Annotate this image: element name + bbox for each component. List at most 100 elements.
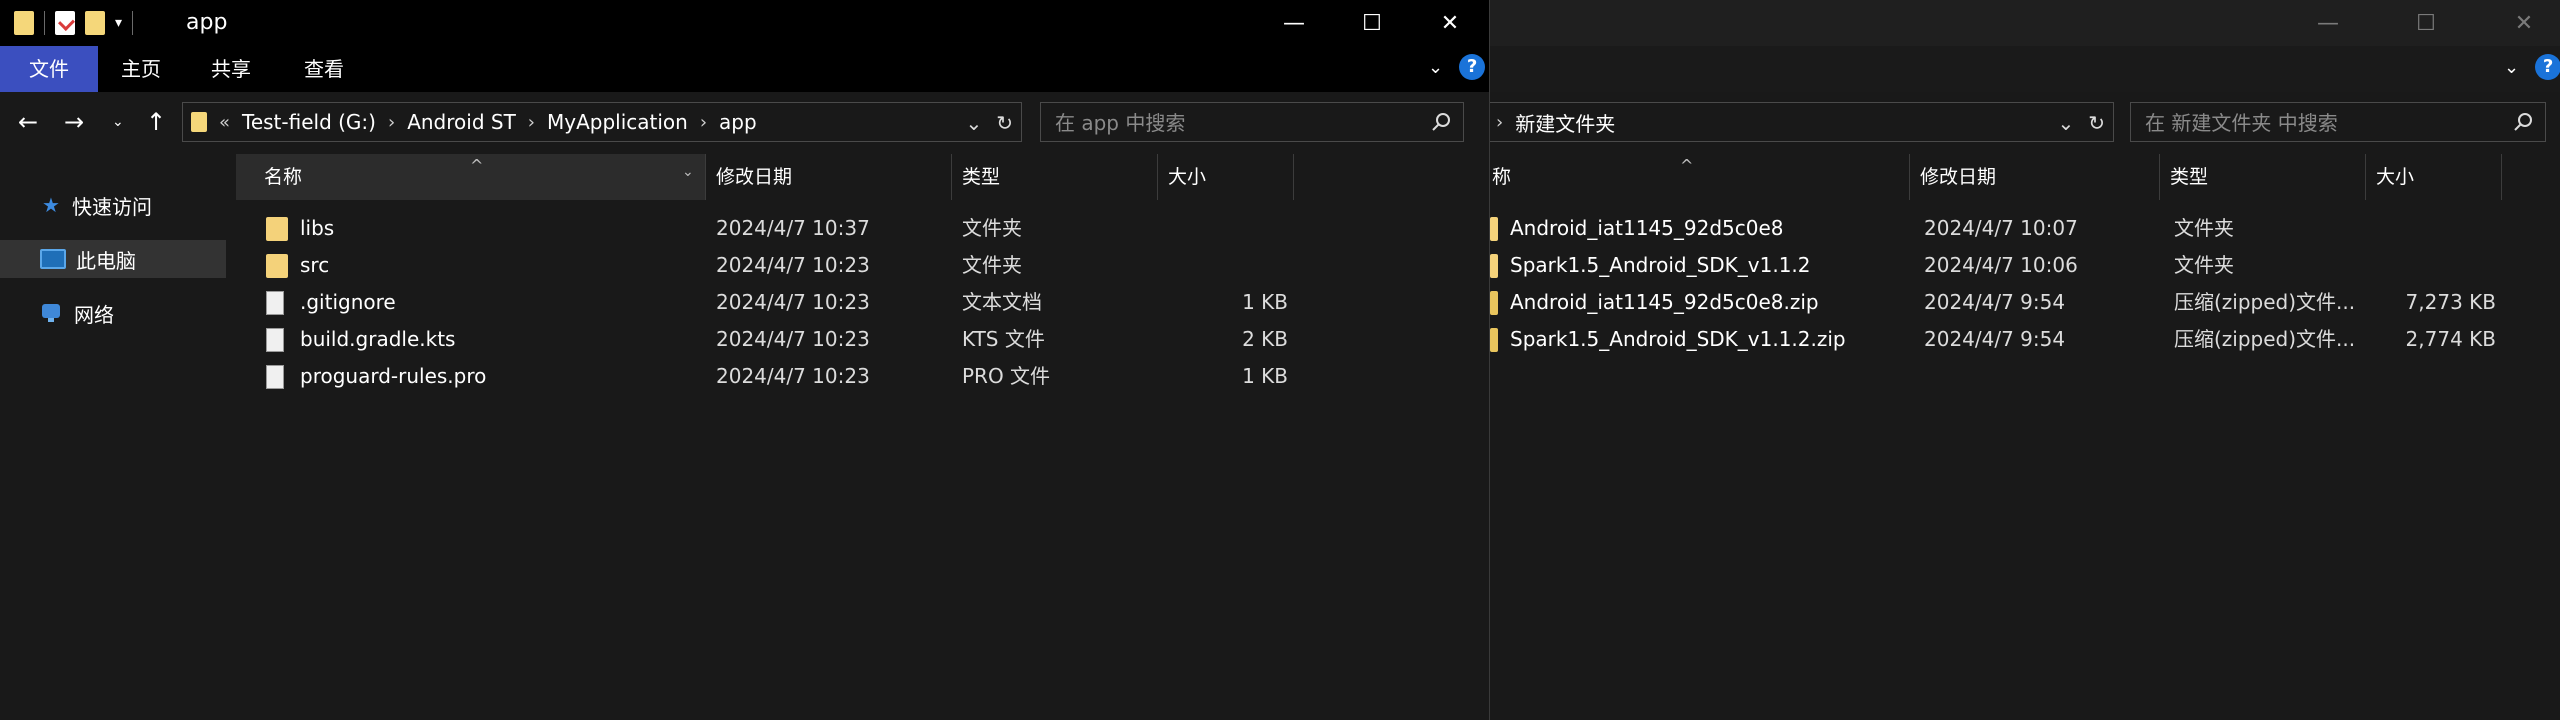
file-list[interactable]: 称 ^ 修改日期 类型 大小 Android_iat1145_92d5c0e8 2… [1490, 150, 2560, 720]
history-dropdown-icon[interactable]: ⌄ [965, 111, 982, 135]
zip-icon [1490, 328, 1498, 352]
refresh-icon[interactable]: ↻ [2088, 111, 2105, 135]
help-icon[interactable]: ? [1459, 54, 1486, 80]
minimize-button[interactable]: — [1256, 0, 1332, 46]
file-date: 2024/4/7 9:54 [1924, 290, 2066, 314]
file-type: 文件夹 [962, 253, 1022, 277]
help-icon[interactable]: ? [2535, 54, 2560, 80]
close-button[interactable]: ✕ [1412, 0, 1488, 46]
search-box[interactable]: 在 app 中搜索 [1040, 102, 1464, 142]
table-row[interactable]: build.gradle.kts 2024/4/7 10:23 KTS 文件 2 KB [236, 321, 1296, 358]
nav-quick-access[interactable]: ★ 快速访问 [0, 186, 226, 224]
breadcrumb-item[interactable]: MyApplication [547, 110, 688, 134]
file-size: 1 KB [1242, 290, 1288, 314]
nav-this-pc[interactable]: 此电脑 [0, 240, 226, 278]
minimize-icon: — [2317, 10, 2339, 36]
tab-file[interactable]: 文件 [0, 46, 98, 92]
breadcrumb-item[interactable]: Test-field (G:) [242, 110, 376, 134]
address-row: › 新建文件夹 ⌄ ↻ 在 新建文件夹 中搜索 [1490, 98, 2560, 146]
maximize-button[interactable]: ☐ [1334, 0, 1410, 46]
file-name: Spark1.5_Android_SDK_v1.1.2.zip [1510, 327, 1846, 351]
back-arrow-icon[interactable]: ← [18, 104, 38, 140]
ribbon-expand-chevron-icon[interactable]: ⌄ [1428, 57, 1443, 78]
quick-access-toolbar-dropdown-icon[interactable]: ▾ [115, 15, 122, 31]
breadcrumb-chevron-icon: › [387, 111, 396, 133]
file-size [2376, 210, 2496, 247]
ribbon: ⌄ ? [1490, 46, 2560, 92]
file-icon [266, 365, 284, 389]
column-size[interactable]: 大小 [1158, 154, 1294, 200]
tab-home[interactable]: 主页 [98, 46, 184, 92]
table-row[interactable]: libs 2024/4/7 10:37 文件夹 [236, 210, 1296, 247]
close-button[interactable]: ✕ [2486, 0, 2560, 46]
table-row[interactable]: .gitignore 2024/4/7 10:23 文本文档 1 KB [236, 284, 1296, 321]
file-size [2376, 247, 2496, 284]
table-row[interactable]: src 2024/4/7 10:23 文件夹 [236, 247, 1296, 284]
column-size[interactable]: 大小 [2366, 154, 2502, 200]
ribbon-expand-chevron-icon[interactable]: ⌄ [2504, 57, 2519, 78]
nav-network[interactable]: 网络 [0, 294, 226, 332]
new-folder-icon[interactable] [85, 11, 105, 35]
background-explorer-window[interactable]: — ☐ ✕ ⌄ ? › 新建文件夹 ⌄ ↻ 在 新建文件夹 中搜索 称 ^ 修改… [1490, 0, 2560, 720]
column-date[interactable]: 修改日期 [1910, 154, 2160, 200]
table-row[interactable]: Spark1.5_Android_SDK_v1.1.2 2024/4/7 10:0… [1490, 247, 2560, 284]
folder-icon [1490, 254, 1498, 278]
breadcrumb-overflow-icon[interactable]: « [219, 112, 230, 133]
history-dropdown-icon[interactable]: ⌄ [2057, 111, 2074, 135]
search-placeholder: 在 新建文件夹 中搜索 [2145, 111, 2338, 135]
column-date[interactable]: 修改日期 [706, 154, 952, 200]
recent-locations-chevron-icon[interactable]: ⌄ [112, 104, 124, 140]
tab-view[interactable]: 查看 [278, 46, 370, 92]
column-name[interactable]: 称 [1490, 154, 1910, 200]
file-name: libs [300, 216, 335, 240]
nav-label: 快速访问 [72, 194, 152, 219]
breadcrumb-item[interactable]: Android ST [407, 110, 516, 134]
file-size [1168, 247, 1288, 284]
file-size: 7,273 KB [2405, 290, 2496, 314]
tab-share[interactable]: 共享 [184, 46, 278, 92]
address-row: ← → ⌄ ↑ « Test-field (G:) › Android ST ›… [0, 98, 1489, 146]
column-type[interactable]: 类型 [952, 154, 1158, 200]
folder-icon [266, 217, 288, 241]
file-type: 文件夹 [962, 216, 1022, 240]
table-row[interactable]: Android_iat1145_92d5c0e8.zip 2024/4/7 9:5… [1490, 284, 2560, 321]
search-placeholder: 在 app 中搜索 [1055, 111, 1186, 135]
nav-label: 网络 [74, 302, 114, 327]
explorer-window[interactable]: ▾ app — ☐ ✕ 文件 主页 共享 查看 ⌄ ? ← → ⌄ ↑ « Te… [0, 0, 1490, 720]
column-header: 称 ^ 修改日期 类型 大小 [1490, 154, 2560, 200]
breadcrumb-item[interactable]: 新建文件夹 [1515, 108, 1615, 137]
up-arrow-icon[interactable]: ↑ [146, 104, 166, 140]
search-box[interactable]: 在 新建文件夹 中搜索 [2130, 102, 2546, 142]
column-filter-chevron-icon[interactable]: ⌄ [682, 164, 694, 180]
file-date: 2024/4/7 10:37 [716, 216, 870, 240]
file-type: KTS 文件 [962, 327, 1045, 351]
table-row[interactable]: proguard-rules.pro 2024/4/7 10:23 PRO 文件 1 … [236, 358, 1296, 395]
file-list[interactable]: 名称 ^ ⌄ 修改日期 类型 大小 libs 2024/4/7 10:37 文件夹 s… [236, 150, 1489, 720]
table-row[interactable]: Spark1.5_Android_SDK_v1.1.2.zip 2024/4/7 … [1490, 321, 2560, 358]
table-row[interactable]: Android_iat1145_92d5c0e8 2024/4/7 10:07 文件… [1490, 210, 2560, 247]
minimize-button[interactable]: — [2290, 0, 2366, 46]
maximize-button[interactable]: ☐ [2388, 0, 2464, 46]
address-bar[interactable]: › 新建文件夹 ⌄ ↻ [1490, 102, 2114, 142]
folder-icon [266, 254, 288, 278]
title-bar[interactable]: ▾ app — ☐ ✕ [0, 0, 1489, 46]
file-name: build.gradle.kts [300, 327, 456, 351]
title-bar[interactable]: — ☐ ✕ [1490, 0, 2560, 46]
refresh-icon[interactable]: ↻ [996, 111, 1013, 135]
minimize-icon: — [1283, 10, 1305, 36]
file-icon [266, 328, 284, 352]
folder-icon [191, 112, 207, 132]
properties-icon[interactable] [55, 11, 75, 35]
breadcrumb-item[interactable]: app [719, 110, 757, 134]
address-bar[interactable]: « Test-field (G:) › Android ST › MyAppli… [182, 102, 1022, 142]
sort-ascending-icon: ^ [470, 156, 484, 175]
zip-icon [1490, 291, 1498, 315]
forward-arrow-icon[interactable]: → [64, 104, 84, 140]
search-icon[interactable] [1431, 112, 1451, 132]
file-size: 2 KB [1242, 327, 1288, 351]
file-type: 文本文档 [962, 290, 1042, 314]
column-type[interactable]: 类型 [2160, 154, 2366, 200]
search-icon[interactable] [2513, 112, 2533, 132]
navigation-pane: ★ 快速访问 此电脑 网络 [0, 150, 236, 720]
star-icon: ★ [42, 193, 60, 217]
